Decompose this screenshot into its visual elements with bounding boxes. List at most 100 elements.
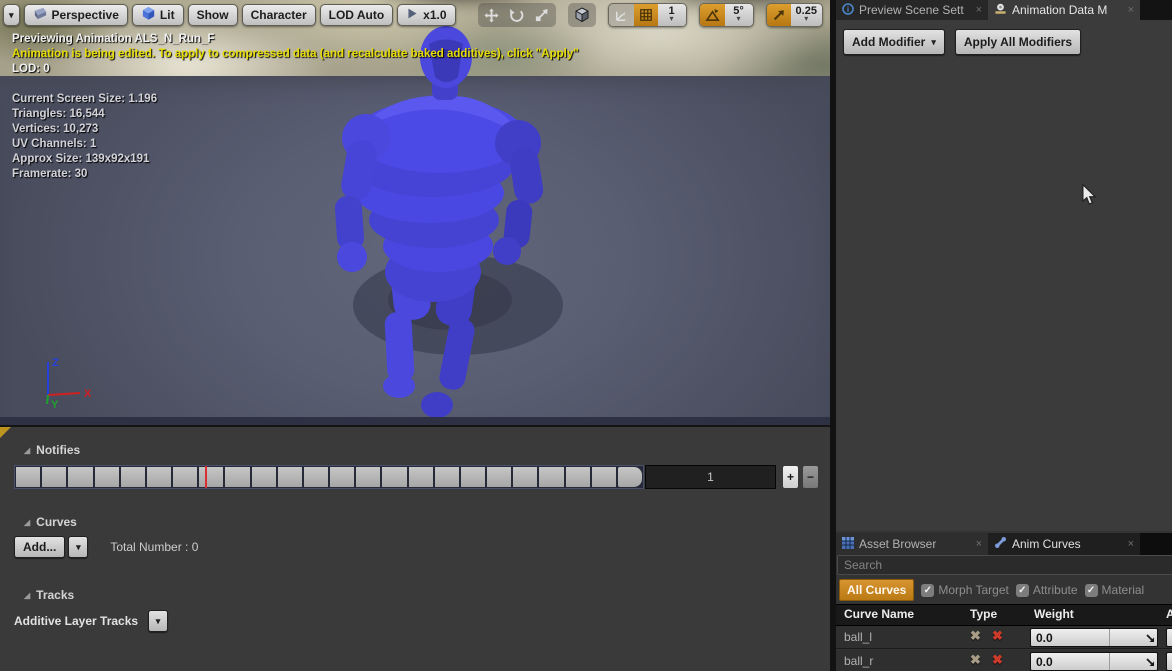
remove-notify-lane-button[interactable]: −	[802, 465, 819, 489]
character-label: Character	[251, 8, 307, 22]
playback-speed-button[interactable]: x1.0	[397, 4, 455, 26]
type-column-header[interactable]: Type	[970, 607, 997, 621]
notify-segment[interactable]	[487, 467, 511, 487]
stat-screen-size: Current Screen Size: 1.196	[12, 92, 579, 107]
show-menu-button[interactable]: Show	[188, 4, 238, 26]
close-icon[interactable]: ×	[1128, 538, 1134, 550]
notify-segment[interactable]	[16, 467, 40, 487]
notify-segment[interactable]	[252, 467, 276, 487]
coordinate-system-button[interactable]	[568, 3, 596, 27]
notify-segment[interactable]	[304, 467, 328, 487]
rotation-snap-group: 5° ▾	[699, 3, 754, 27]
morph-target-filter[interactable]: ✓ Morph Target	[921, 583, 1008, 597]
notify-segment[interactable]	[409, 467, 433, 487]
table-row-ball-r[interactable]: ball_r ✖ ✖ 0.0	[836, 650, 1172, 671]
notify-segment[interactable]	[121, 467, 145, 487]
notify-segment[interactable]	[330, 467, 354, 487]
weight-spinbox[interactable]: 0.0	[1030, 652, 1158, 671]
collapse-triangle-icon: ◢	[24, 518, 30, 527]
notify-segment[interactable]	[382, 467, 406, 487]
scale-tool-button[interactable]	[530, 4, 554, 26]
weight-spinbox[interactable]: 0.0	[1030, 628, 1158, 647]
scale-snap-toggle[interactable]	[767, 4, 791, 26]
attribute-filter[interactable]: ✓ Attribute	[1016, 583, 1078, 597]
notify-segment[interactable]	[356, 467, 380, 487]
tab-anim-curves[interactable]: Anim Curves ×	[988, 533, 1140, 555]
notify-segment[interactable]	[513, 467, 537, 487]
checkbox-checked-icon[interactable]: ✓	[1085, 584, 1098, 597]
material-type-off-icon[interactable]: ✖	[992, 652, 1003, 668]
preview-viewport[interactable]: Previewing Animation ALS_N_Run_F Animati…	[0, 0, 830, 425]
viewport-bottom-strip	[0, 417, 830, 425]
add-curve-button[interactable]: Add...	[14, 536, 65, 558]
weight-column-header[interactable]: Weight	[1034, 607, 1074, 621]
notify-segment[interactable]	[95, 467, 119, 487]
checkbox-checked-icon[interactable]: ✓	[1016, 584, 1029, 597]
notify-segment[interactable]	[199, 467, 223, 487]
rotation-snap-value-button[interactable]: 5° ▾	[725, 4, 753, 26]
notify-segment[interactable]	[539, 467, 563, 487]
tab-preview-scene-settings[interactable]: i Preview Scene Sett ×	[836, 0, 988, 20]
tracks-section-header[interactable]: ◢ Tracks	[24, 588, 830, 602]
notify-segment[interactable]	[278, 467, 302, 487]
curves-section-header[interactable]: ◢ Curves	[24, 515, 830, 529]
viewport-options-button[interactable]: ▾	[3, 4, 20, 26]
perspective-button[interactable]: Perspective	[24, 4, 128, 26]
notify-segment[interactable]	[592, 467, 616, 487]
morph-type-off-icon[interactable]: ✖	[970, 628, 981, 644]
tab-asset-browser[interactable]: Asset Browser ×	[836, 533, 988, 555]
lit-mode-button[interactable]: Lit	[132, 4, 184, 26]
svg-text:i: i	[847, 5, 849, 14]
tab-animation-data-modifiers[interactable]: Animation Data M ×	[988, 0, 1140, 20]
scale-snap-value-button[interactable]: 0.25 ▾	[791, 4, 822, 26]
table-row-ball-l[interactable]: ball_l ✖ ✖ 0.0	[836, 626, 1172, 649]
spinbox-divider	[1109, 629, 1110, 646]
notify-segment[interactable]	[566, 467, 590, 487]
auto-checkbox-clipped[interactable]	[1166, 652, 1172, 671]
lod-auto-button[interactable]: LOD Auto	[320, 4, 394, 26]
additive-layer-tracks-label: Additive Layer Tracks	[14, 614, 138, 628]
material-type-off-icon[interactable]: ✖	[992, 628, 1003, 644]
show-label: Show	[197, 8, 229, 22]
lod-auto-label: LOD Auto	[329, 8, 385, 22]
close-icon[interactable]: ×	[976, 538, 982, 550]
notify-playhead[interactable]	[205, 466, 207, 488]
add-notify-lane-button[interactable]: +	[782, 465, 799, 489]
curve-search-input[interactable]	[837, 555, 1172, 575]
chevron-down-icon: ▾	[804, 14, 808, 24]
character-menu-button[interactable]: Character	[242, 4, 316, 26]
perspective-icon	[33, 6, 48, 24]
curve-name-column-header[interactable]: Curve Name	[844, 607, 914, 621]
notify-track-segments[interactable]	[14, 465, 644, 489]
notifies-section-header[interactable]: ◢ Notifies	[24, 443, 830, 457]
notify-segment[interactable]	[147, 467, 171, 487]
morph-type-off-icon[interactable]: ✖	[970, 652, 981, 668]
tab-label: Preview Scene Sett	[859, 3, 964, 17]
apply-all-modifiers-button[interactable]: Apply All Modifiers	[955, 29, 1081, 55]
notify-segment[interactable]	[173, 467, 197, 487]
auto-checkbox-clipped[interactable]	[1166, 628, 1172, 647]
rotate-tool-button[interactable]	[505, 4, 529, 26]
all-curves-filter-button[interactable]: All Curves	[839, 579, 914, 601]
translate-tool-button[interactable]	[480, 4, 504, 26]
notify-segment[interactable]	[225, 467, 249, 487]
close-icon[interactable]: ×	[1128, 4, 1134, 16]
lit-cube-icon	[141, 6, 156, 24]
notify-segment[interactable]	[42, 467, 66, 487]
checkbox-checked-icon[interactable]: ✓	[921, 584, 934, 597]
close-icon[interactable]: ×	[976, 4, 982, 16]
notify-segment[interactable]	[461, 467, 485, 487]
animation-data-body: Add Modifier ▾ Apply All Modifiers	[836, 20, 1172, 531]
grid-snap-toggle[interactable]	[634, 4, 658, 26]
axis-widget-button[interactable]	[609, 4, 634, 26]
additive-tracks-dropdown-button[interactable]: ▾	[148, 610, 168, 632]
notify-segment[interactable]	[68, 467, 92, 487]
auto-column-header[interactable]: A	[1166, 607, 1172, 621]
rotation-snap-toggle[interactable]	[700, 4, 725, 26]
notify-segment[interactable]	[618, 467, 642, 487]
notify-segment[interactable]	[435, 467, 459, 487]
add-modifier-button[interactable]: Add Modifier ▾	[843, 29, 945, 55]
material-filter[interactable]: ✓ Material	[1085, 583, 1145, 597]
add-curve-dropdown-button[interactable]: ▾	[68, 536, 88, 558]
grid-snap-value-button[interactable]: 1 ▾	[658, 4, 686, 26]
